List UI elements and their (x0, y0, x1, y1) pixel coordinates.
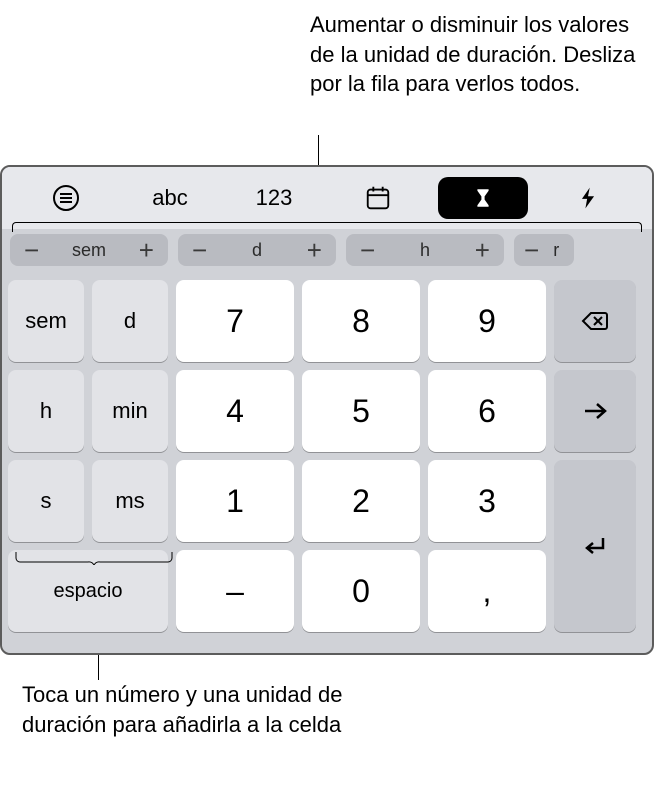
lightning-mode-button[interactable] (536, 167, 640, 229)
duration-stepper-row[interactable]: − sem + − d + − h + − r (2, 229, 652, 274)
stepper-sem[interactable]: − sem + (10, 234, 168, 266)
backspace-key[interactable] (554, 280, 636, 362)
plus-icon[interactable]: + (307, 237, 322, 263)
num-key-3[interactable]: 3 (428, 460, 546, 542)
callout-bottom-leader (98, 655, 99, 680)
stepper-brace (12, 222, 642, 232)
callout-top-text: Aumentar o disminuir los valores de la u… (310, 10, 640, 99)
unit-key-s[interactable]: s (8, 460, 84, 542)
unit-keys-brace (14, 550, 174, 565)
stepper-d[interactable]: − d + (178, 234, 336, 266)
num-key-5[interactable]: 5 (302, 370, 420, 452)
menu-icon[interactable] (14, 167, 118, 229)
abc-mode-button[interactable]: abc (118, 167, 222, 229)
minus-key[interactable]: – (176, 550, 294, 632)
stepper-label: sem (72, 240, 106, 261)
minus-icon[interactable]: − (24, 237, 39, 263)
plus-icon[interactable]: + (475, 237, 490, 263)
num-key-1[interactable]: 1 (176, 460, 294, 542)
minus-icon[interactable]: − (360, 237, 375, 263)
num-key-8[interactable]: 8 (302, 280, 420, 362)
duration-keyboard: abc 123 − sem + − d + − h + − r (0, 165, 654, 655)
stepper-partial[interactable]: − r (514, 234, 574, 266)
return-key[interactable] (554, 460, 636, 632)
num-key-0[interactable]: 0 (302, 550, 420, 632)
stepper-label: h (420, 240, 430, 261)
keys-grid: sem d 7 8 9 h min 4 5 6 s ms 1 2 3 (2, 274, 652, 646)
stepper-label: r (553, 240, 559, 261)
duration-mode-button[interactable] (438, 177, 528, 219)
num-key-9[interactable]: 9 (428, 280, 546, 362)
numeric-mode-button[interactable]: 123 (222, 167, 326, 229)
unit-key-sem[interactable]: sem (8, 280, 84, 362)
comma-key[interactable]: , (428, 550, 546, 632)
callout-bottom-text: Toca un número y una unidad de duración … (22, 680, 362, 739)
keyboard-mode-toolbar: abc 123 (2, 167, 652, 229)
calendar-mode-button[interactable] (326, 167, 430, 229)
unit-key-ms[interactable]: ms (92, 460, 168, 542)
num-key-6[interactable]: 6 (428, 370, 546, 452)
stepper-label: d (252, 240, 262, 261)
plus-icon[interactable]: + (139, 237, 154, 263)
minus-icon[interactable]: − (524, 237, 539, 263)
minus-icon[interactable]: − (192, 237, 207, 263)
unit-key-min[interactable]: min (92, 370, 168, 452)
stepper-h[interactable]: − h + (346, 234, 504, 266)
num-key-7[interactable]: 7 (176, 280, 294, 362)
next-key[interactable] (554, 370, 636, 452)
num-key-4[interactable]: 4 (176, 370, 294, 452)
unit-key-h[interactable]: h (8, 370, 84, 452)
unit-key-d[interactable]: d (92, 280, 168, 362)
num-key-2[interactable]: 2 (302, 460, 420, 542)
